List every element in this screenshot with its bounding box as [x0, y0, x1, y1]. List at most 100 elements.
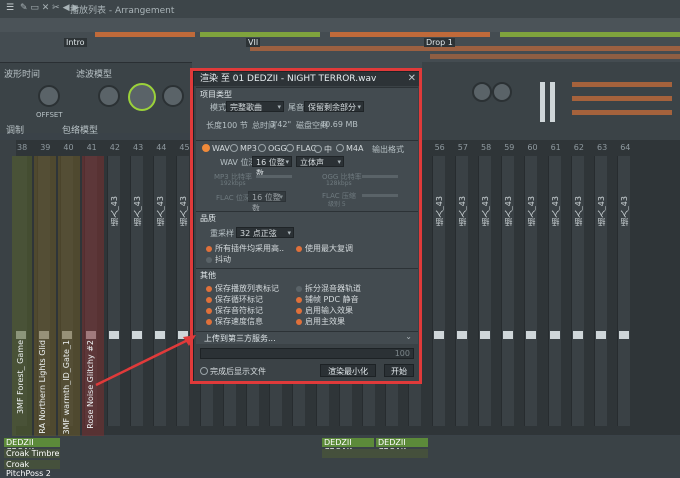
pan-knob[interactable]: [98, 85, 120, 107]
mp3-slider[interactable]: [256, 175, 292, 178]
mixer-strip[interactable]: 插入_43: [478, 156, 491, 426]
knob-a[interactable]: [472, 82, 492, 102]
opt-max-poly[interactable]: 使用最大复调: [296, 243, 353, 254]
start-button[interactable]: 开始: [384, 364, 414, 377]
mixer-insert-number: 45: [179, 143, 190, 152]
format-ogg[interactable]: OGG: [258, 144, 287, 153]
mixer-fader[interactable]: [178, 331, 189, 339]
timeline-ruler[interactable]: [0, 18, 680, 32]
section-format: WAV MP3 OGG FLAC 中 M4A 输出格式 WAV 位深 16 位整…: [196, 140, 418, 213]
opt-save-loop-markers[interactable]: 保存循环标记: [206, 294, 263, 305]
opt-dither[interactable]: 抖动: [206, 254, 231, 265]
mode-select[interactable]: 完整歌曲: [226, 101, 284, 113]
mixer-insert-label: 插入_43: [550, 196, 560, 227]
mixer-insert-label: 插入_43: [109, 196, 119, 227]
format-wav[interactable]: WAV: [202, 144, 230, 153]
tail-label: 尾音: [288, 103, 304, 112]
mixer-strip[interactable]: 插入_43: [431, 156, 445, 426]
knob-b[interactable]: [492, 82, 512, 102]
opt-input-fx[interactable]: 启用输入效果: [296, 305, 353, 316]
mixer-fader[interactable]: [433, 331, 444, 339]
mixer-strip[interactable]: 插入_43: [570, 156, 584, 426]
mixer-fader[interactable]: [456, 331, 467, 339]
opt-pdc-mute[interactable]: 铺帧 PDC 静音: [296, 294, 359, 305]
mixer-fader[interactable]: [549, 331, 560, 339]
menu-icon[interactable]: ☰: [6, 3, 14, 13]
marker-drop[interactable]: Drop 1: [424, 38, 455, 47]
mixer-strip[interactable]: 插入_43: [524, 156, 538, 426]
mixer-fader[interactable]: [155, 331, 166, 339]
marker-intro[interactable]: Intro: [64, 38, 87, 47]
mixer-strip[interactable]: 插入_43: [547, 156, 561, 426]
mixer-strip[interactable]: 插入_43: [153, 156, 167, 426]
playlist-title: 播放列表 - Arrangement: [70, 6, 175, 16]
output-format-label: 输出格式: [372, 145, 404, 154]
mixer-strip[interactable]: 插入_43: [617, 156, 631, 426]
render-minimized-button[interactable]: 渲染最小化: [320, 364, 376, 377]
mixer-strip[interactable]: 插入_43: [130, 156, 143, 426]
strip-name-2: RA Northern Lights Glid: [38, 340, 47, 434]
clip-timbre[interactable]: [322, 449, 428, 458]
mixer-insert-number: 64: [620, 143, 631, 152]
marker-vii[interactable]: VII: [246, 38, 261, 47]
volume-knob[interactable]: [128, 83, 156, 111]
tab-model[interactable]: 滤波模型: [76, 67, 112, 80]
mixer-insert-label: 插入_43: [133, 196, 142, 227]
offset-label: OFFSET: [36, 111, 63, 119]
section-other-title: 其他: [200, 271, 216, 280]
close-icon[interactable]: ✕: [408, 73, 416, 84]
mixer-insert-number: 60: [527, 143, 538, 152]
clip-croak-2[interactable]: DEDZII CROAK: [376, 438, 428, 456]
mixer-strip[interactable]: 插入_43: [176, 156, 190, 426]
format-flac[interactable]: FLAC: [286, 144, 316, 153]
mixer-insert-number: 41: [86, 143, 97, 152]
mixer-insert-label: 插入_43: [527, 196, 537, 227]
tab-time[interactable]: 波形时间: [4, 67, 40, 80]
wav-depth-select[interactable]: 16 位整数: [252, 156, 292, 178]
format-m4a[interactable]: M4A: [336, 144, 363, 153]
row-label-3[interactable]: Croak PitchPoss 2: [4, 460, 60, 478]
upload-label[interactable]: 上传到第三方服务...: [204, 333, 276, 344]
mixer-strip[interactable]: 插入_43: [454, 156, 468, 426]
mixer-insert-label: 插入_43: [504, 196, 514, 227]
opt-split-mixer[interactable]: 拆分混音器轨道: [296, 283, 361, 294]
stereo-select[interactable]: 立体声: [296, 156, 344, 168]
mixer-strip[interactable]: 插入_43: [501, 156, 515, 426]
offset-knob[interactable]: [38, 85, 60, 107]
mixer-fader[interactable]: [503, 331, 514, 339]
mixer-strip[interactable]: 插入_43: [106, 156, 120, 426]
mixer-fader[interactable]: [108, 331, 119, 339]
mixer-fader[interactable]: [619, 331, 630, 339]
mixer-insert-number: 38: [17, 143, 28, 152]
ogg-slider[interactable]: [362, 175, 398, 178]
pitch-knob[interactable]: [162, 85, 184, 107]
chevron-down-icon[interactable]: ⌄: [405, 332, 412, 341]
opt-save-playlist-markers[interactable]: 保存播放列表标记: [206, 283, 279, 294]
right-fader-2[interactable]: [550, 82, 555, 122]
opt-save-tempo[interactable]: 保存速度信息: [206, 316, 263, 327]
right-fader-1[interactable]: [540, 82, 545, 122]
opt-master-fx[interactable]: 启用主效果: [296, 316, 345, 327]
flac-slider[interactable]: [362, 194, 398, 197]
mixer-insert-number: 62: [573, 143, 584, 152]
opt-save-note-markers[interactable]: 保存音符标记: [206, 305, 263, 316]
mixer-insert-number: 63: [597, 143, 608, 152]
show-file-checkbox[interactable]: 完成后显示文件: [200, 366, 266, 377]
opt-hq-plugins[interactable]: 所有插件均采用高..: [206, 243, 284, 254]
upload-row[interactable]: 上传到第三方服务... ⌄: [196, 331, 418, 344]
row-label-2[interactable]: Croak Timbre: [4, 449, 60, 458]
flac-comp-sub: 级别 5: [328, 201, 346, 208]
mixer-fader[interactable]: [480, 331, 490, 339]
mixer-fader[interactable]: [572, 331, 583, 339]
clip-croak-1[interactable]: DEDZII CROAK: [322, 438, 374, 456]
mixer-fader[interactable]: [596, 331, 606, 339]
mixer-fader[interactable]: [526, 331, 537, 339]
format-mp3[interactable]: MP3: [230, 144, 257, 153]
mixer-fader[interactable]: [132, 331, 142, 339]
mixer-strip[interactable]: 插入_43: [594, 156, 607, 426]
row-label-1[interactable]: DEDZII CROAK: [4, 438, 60, 456]
tail-select[interactable]: 保留剩余部分: [304, 101, 364, 113]
flac-depth-select[interactable]: 16 位整数: [248, 191, 286, 213]
format-mid[interactable]: 中: [314, 144, 332, 155]
resample-select[interactable]: 32 点正弦: [236, 227, 294, 239]
